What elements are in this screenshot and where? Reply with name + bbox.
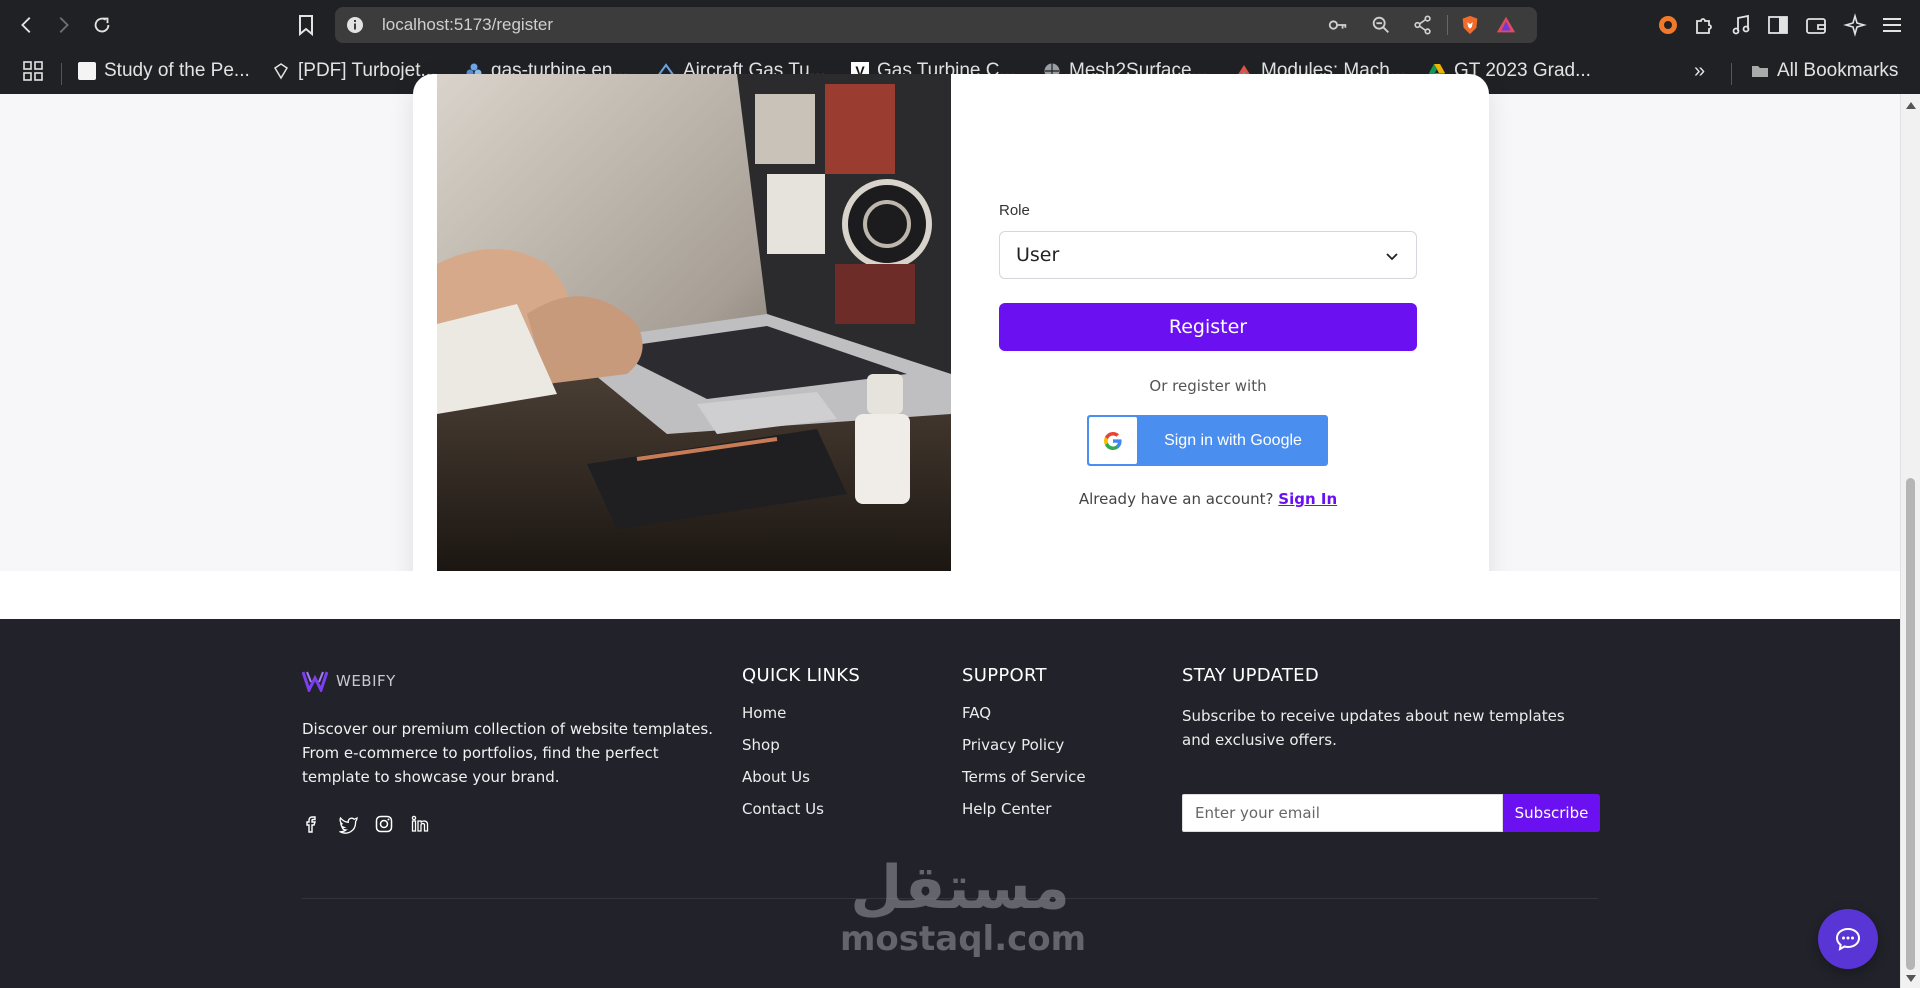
support-title: SUPPORT bbox=[962, 665, 1047, 686]
twitter-icon[interactable] bbox=[338, 814, 358, 834]
google-logo-box bbox=[1089, 417, 1137, 464]
role-select-value[interactable]: User bbox=[1016, 244, 1059, 266]
media-icon[interactable] bbox=[1729, 13, 1753, 37]
diamond-icon bbox=[273, 63, 289, 80]
back-button[interactable] bbox=[12, 10, 42, 40]
all-bookmarks-button[interactable]: All Bookmarks bbox=[1751, 56, 1898, 86]
footer-link-contact[interactable]: Contact Us bbox=[742, 800, 860, 832]
chevron-down-icon bbox=[1386, 253, 1398, 261]
bookmark-label: Study of the Pe... bbox=[104, 60, 250, 81]
watermark-latin: mostaql.com bbox=[840, 919, 1087, 959]
zoom-icon[interactable] bbox=[1370, 14, 1392, 36]
brave-shield-icon[interactable] bbox=[1459, 14, 1481, 36]
newsletter-text: Subscribe to receive updates about new t… bbox=[1182, 707, 1565, 749]
site-footer: WEBIFY Discover our premium collection o… bbox=[0, 619, 1900, 988]
puzzle-icon[interactable] bbox=[1692, 13, 1716, 37]
key-icon[interactable] bbox=[1327, 14, 1349, 36]
scrollbar-thumb[interactable] bbox=[1906, 478, 1915, 970]
facebook-icon[interactable] bbox=[302, 814, 322, 834]
watermark-arabic: مستقل bbox=[850, 853, 1070, 923]
footer-link-help[interactable]: Help Center bbox=[962, 800, 1086, 832]
omnibox-divider bbox=[1447, 15, 1448, 35]
scroll-up-arrow-icon[interactable] bbox=[1906, 102, 1916, 109]
email-input[interactable] bbox=[1182, 794, 1503, 832]
forward-arrow-icon bbox=[59, 17, 69, 33]
leo-ai-icon[interactable] bbox=[1843, 13, 1867, 37]
footer-link-terms[interactable]: Terms of Service bbox=[962, 768, 1086, 800]
all-bookmarks-label: All Bookmarks bbox=[1777, 60, 1899, 81]
subscribe-button[interactable]: Subscribe bbox=[1503, 794, 1600, 832]
chat-bubble-icon bbox=[1835, 927, 1861, 951]
role-label: Role bbox=[999, 202, 1030, 219]
more-bookmarks-button[interactable]: » bbox=[1694, 56, 1705, 86]
browser-toolbar: localhost:5173/register bbox=[0, 0, 1920, 50]
hero-photo bbox=[437, 74, 951, 577]
register-button[interactable]: Register bbox=[999, 303, 1417, 351]
wallet-icon[interactable] bbox=[1804, 13, 1828, 37]
google-logo-icon bbox=[1104, 431, 1122, 450]
url-text[interactable]: localhost:5173/register bbox=[382, 15, 553, 35]
bookmark-separator bbox=[1731, 63, 1732, 85]
instagram-icon[interactable] bbox=[374, 814, 394, 834]
page-viewport: Role User Register Or register with Sign… bbox=[0, 74, 1900, 988]
footer-about-text: Discover our premium collection of websi… bbox=[302, 720, 714, 786]
reload-icon bbox=[94, 17, 110, 33]
quick-links-title: QUICK LINKS bbox=[742, 665, 861, 686]
have-account-text: Already have an account? bbox=[1078, 490, 1274, 508]
page-scrollbar[interactable] bbox=[1900, 94, 1920, 988]
bookmark-item[interactable]: [PDF] Turbojet... bbox=[272, 56, 436, 86]
quick-links-column: QUICK LINKS Home Shop About Us Contact U… bbox=[742, 665, 860, 832]
footer-brand[interactable]: WEBIFY bbox=[302, 670, 396, 692]
forward-button[interactable] bbox=[48, 10, 78, 40]
bookmark-item[interactable]: Study of the Pe... bbox=[78, 56, 250, 86]
section-spacer bbox=[0, 571, 1900, 619]
apps-grid-icon[interactable] bbox=[22, 60, 44, 82]
doc-icon bbox=[78, 62, 96, 80]
or-register-with-text: Or register with bbox=[1149, 377, 1267, 395]
brand-name: WEBIFY bbox=[336, 672, 396, 690]
bookmark-label: [PDF] Turbojet... bbox=[298, 60, 437, 81]
footer-link-home[interactable]: Home bbox=[742, 704, 860, 736]
stay-updated-title: STAY UPDATED bbox=[1182, 665, 1319, 686]
linkedin-icon[interactable] bbox=[410, 814, 430, 834]
webify-logo-icon bbox=[302, 671, 328, 692]
address-bar[interactable]: localhost:5173/register bbox=[335, 7, 1537, 43]
laptop-photo-illustration bbox=[437, 74, 951, 577]
footer-link-privacy[interactable]: Privacy Policy bbox=[962, 736, 1086, 768]
newsletter-column: STAY UPDATED Subscribe to receive update… bbox=[1182, 665, 1600, 832]
extension-orange-icon[interactable] bbox=[1656, 13, 1680, 37]
sign-in-link[interactable]: Sign In bbox=[1278, 490, 1337, 508]
brave-rewards-icon[interactable] bbox=[1495, 14, 1517, 36]
scroll-down-arrow-icon[interactable] bbox=[1906, 975, 1916, 982]
subscribe-form: Subscribe bbox=[1182, 794, 1600, 832]
footer-link-about[interactable]: About Us bbox=[742, 768, 860, 800]
social-links bbox=[302, 814, 430, 834]
footer-link-shop[interactable]: Shop bbox=[742, 736, 860, 768]
role-select[interactable]: User bbox=[999, 231, 1417, 279]
sign-in-prompt: Already have an account? Sign In bbox=[999, 490, 1417, 508]
bookmark-separator bbox=[61, 63, 62, 85]
more-bookmarks-label: » bbox=[1694, 59, 1706, 82]
site-info-icon[interactable] bbox=[345, 15, 365, 35]
menu-icon[interactable] bbox=[1880, 13, 1904, 37]
mostaql-watermark: مستقل mostaql.com bbox=[840, 853, 1087, 959]
google-sign-in-button[interactable]: Sign in with Google bbox=[1087, 415, 1328, 466]
footer-link-faq[interactable]: FAQ bbox=[962, 704, 1086, 736]
register-card: Role User Register Or register with Sign… bbox=[413, 74, 1489, 600]
reload-button[interactable] bbox=[87, 10, 117, 40]
chat-button[interactable] bbox=[1818, 909, 1878, 969]
support-column: SUPPORT FAQ Privacy Policy Terms of Serv… bbox=[962, 665, 1086, 832]
folder-icon bbox=[1752, 66, 1768, 77]
back-arrow-icon bbox=[21, 17, 31, 33]
bookmark-icon[interactable] bbox=[294, 13, 318, 37]
google-sign-in-label: Sign in with Google bbox=[1164, 431, 1302, 449]
sidebar-icon[interactable] bbox=[1766, 13, 1790, 37]
share-icon[interactable] bbox=[1412, 14, 1434, 36]
